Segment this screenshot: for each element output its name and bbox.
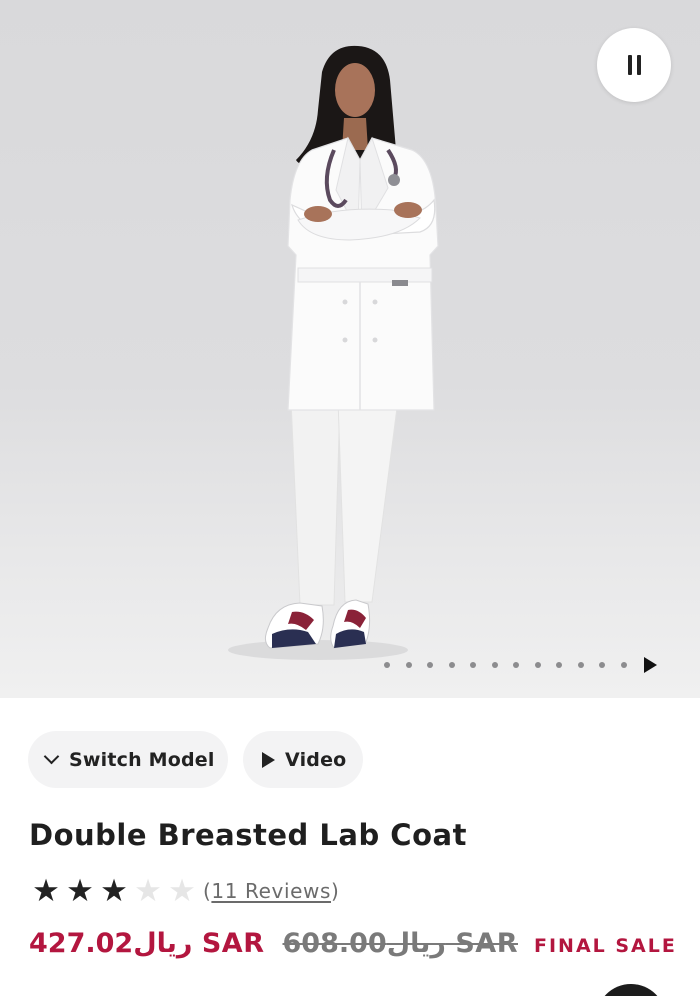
product-hero-image[interactable]: [0, 0, 700, 698]
carousel-dot[interactable]: [577, 662, 584, 668]
current-price: 427.02ريال SAR: [29, 928, 265, 959]
carousel-dot[interactable]: [384, 662, 390, 668]
price-row: 427.02ريال SAR 608.00ريال SAR FINAL SALE: [29, 928, 677, 959]
carousel-next-icon[interactable]: [644, 657, 657, 673]
final-sale-badge: FINAL SALE: [534, 935, 677, 957]
carousel-dot[interactable]: [470, 662, 476, 668]
carousel-dot[interactable]: [620, 662, 627, 668]
star-filled-icon: ★: [100, 873, 128, 909]
carousel-dot[interactable]: [534, 662, 541, 668]
carousel-dot[interactable]: [491, 662, 498, 668]
video-button[interactable]: Video: [243, 731, 363, 788]
reviews-count[interactable]: 11 Reviews: [211, 879, 331, 903]
reviews-link[interactable]: (11 Reviews): [203, 879, 339, 903]
product-title: Double Breasted Lab Coat: [29, 818, 467, 852]
star-empty-icon: ★: [168, 873, 196, 909]
chevron-down-icon: [43, 748, 60, 765]
carousel-dot[interactable]: [427, 662, 433, 668]
carousel-dot[interactable]: [448, 662, 455, 668]
carousel-dot[interactable]: [599, 662, 605, 668]
pause-button[interactable]: [597, 28, 671, 102]
model-photo: [228, 45, 439, 660]
carousel-indicator[interactable]: [384, 657, 657, 673]
original-price: 608.00ريال SAR: [282, 928, 518, 959]
star-filled-icon: ★: [66, 873, 94, 909]
star-filled-icon: ★: [32, 873, 60, 909]
switch-model-button[interactable]: Switch Model: [28, 731, 228, 788]
carousel-dot[interactable]: [513, 662, 519, 668]
pause-icon: [627, 55, 632, 75]
carousel-dot[interactable]: [405, 662, 412, 668]
switch-model-label: Switch Model: [69, 748, 215, 771]
product-rating: ★ ★ ★ ★ ★ (11 Reviews): [29, 874, 339, 908]
play-icon: [262, 751, 275, 768]
carousel-dot[interactable]: [556, 662, 562, 668]
star-empty-icon: ★: [134, 873, 162, 909]
floating-action-button[interactable]: [596, 984, 666, 996]
video-label: Video: [285, 748, 347, 771]
